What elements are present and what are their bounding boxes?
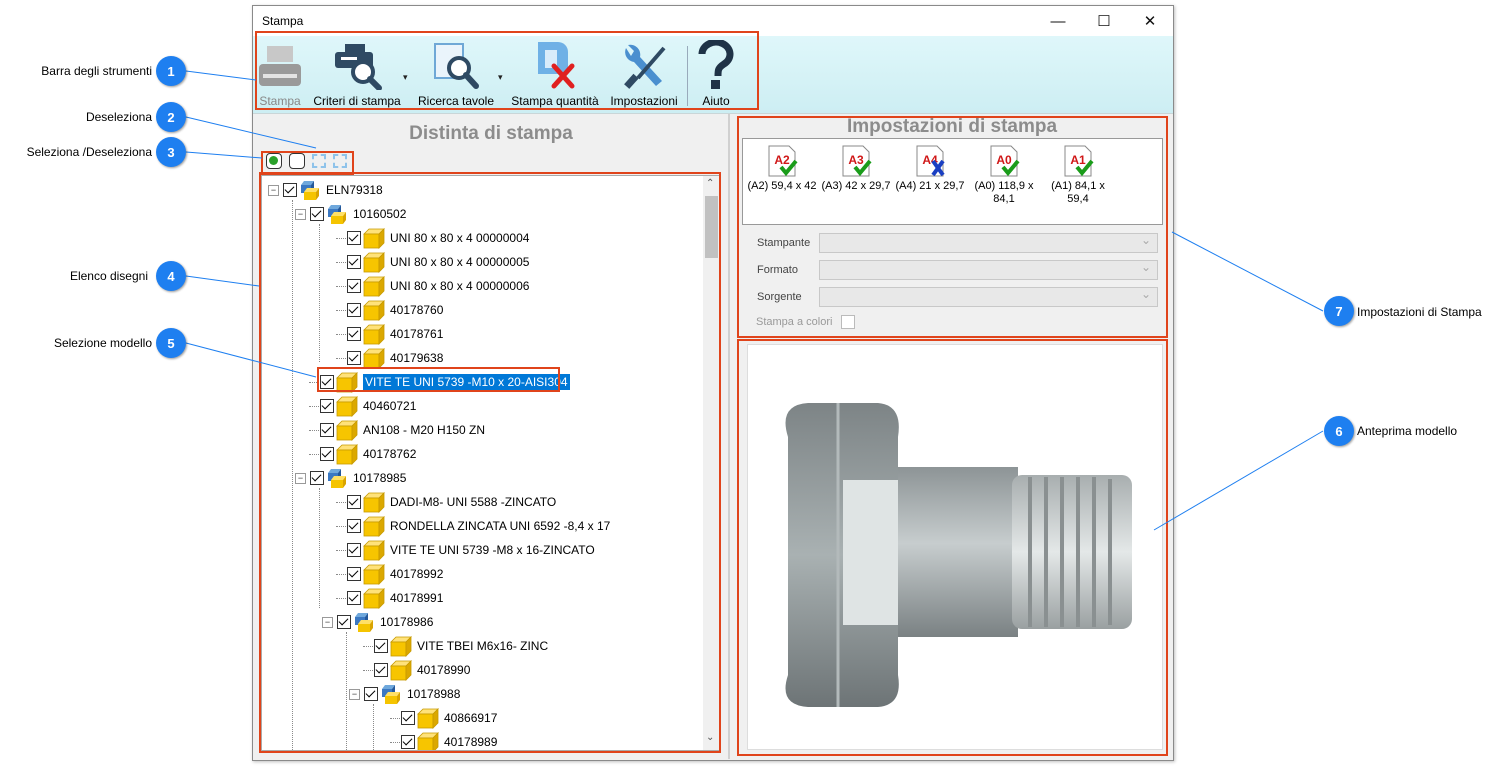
callout-1-text: Barra degli strumenti (41, 64, 152, 78)
callout-4-badge: 4 (156, 261, 186, 291)
callout-lines (185, 70, 1324, 531)
callout-5-badge: 5 (156, 328, 186, 358)
callout-3-badge: 3 (156, 137, 186, 167)
callout-3-text: Seleziona /Deseleziona (26, 145, 152, 159)
callout-6-text: Anteprima modello (1357, 424, 1458, 438)
callout-1-badge: 1 (156, 56, 186, 86)
callout-2-badge: 2 (156, 102, 186, 132)
callout-6-badge: 6 (1324, 416, 1354, 446)
callout-5-text: Selezione modello (53, 336, 152, 350)
callout-4-text: Elenco disegni (69, 269, 148, 283)
callout-7-text: Impostazioni di Stampa (1357, 305, 1482, 319)
callout-2-text: Deseleziona (85, 110, 152, 124)
callout-7-badge: 7 (1324, 296, 1354, 326)
